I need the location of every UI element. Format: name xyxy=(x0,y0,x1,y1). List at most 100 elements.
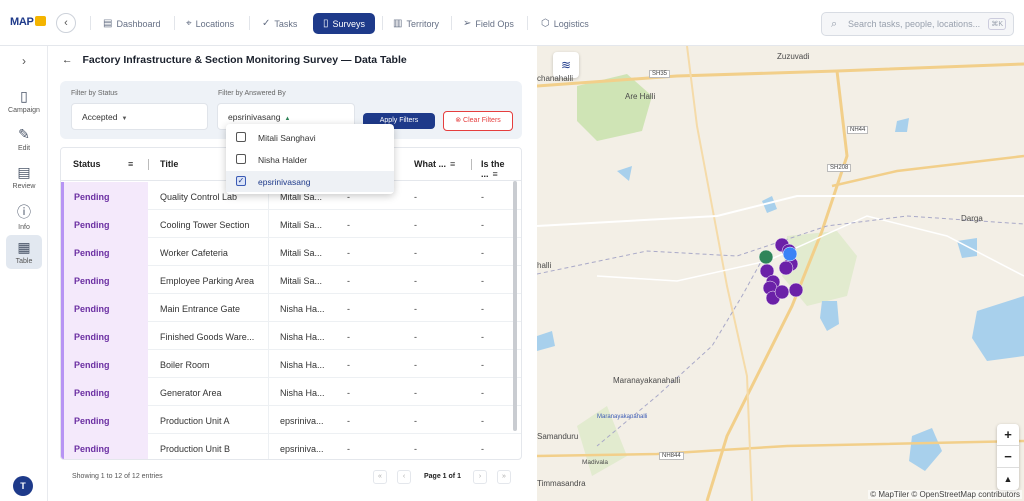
status-badge: Pending xyxy=(61,294,148,322)
search-input[interactable]: Search tasks, people, locations... xyxy=(848,19,980,29)
filter-icon[interactable]: ≡ xyxy=(450,159,455,169)
row-cell: - xyxy=(414,304,417,314)
page-title: Factory Infrastructure & Section Monitor… xyxy=(82,54,407,66)
last-page-button[interactable]: » xyxy=(497,470,511,484)
dashboard-icon: ▤ xyxy=(103,18,113,29)
dropdown-option[interactable]: ✓ epsrinivasang xyxy=(226,171,394,192)
first-page-button[interactable]: « xyxy=(373,470,387,484)
status-badge: Pending xyxy=(61,210,148,238)
zoom-in-button[interactable]: + xyxy=(997,424,1019,446)
nav-divider xyxy=(174,16,175,30)
row-cell: - xyxy=(347,332,350,342)
table-row[interactable]: Pending Finished Goods Ware... Nisha Ha.… xyxy=(61,322,521,350)
row-cell: - xyxy=(481,220,484,230)
clear-icon: ⊗ xyxy=(455,117,462,124)
back-arrow-icon[interactable]: ← xyxy=(62,54,73,66)
chevron-right-icon: › xyxy=(22,54,26,68)
prev-page-button[interactable]: ‹ xyxy=(397,470,411,484)
row-cell: - xyxy=(414,388,417,398)
table-row[interactable]: Pending Main Entrance Gate Nisha Ha... -… xyxy=(61,294,521,322)
nav-tasks[interactable]: ✓ Tasks xyxy=(254,13,305,34)
collapse-nav-button[interactable]: ‹ xyxy=(56,13,76,33)
clipboard-icon: ▯ xyxy=(323,18,329,29)
row-title: Cooling Tower Section xyxy=(160,220,250,230)
user-avatar[interactable]: T xyxy=(13,476,33,496)
nav-locations[interactable]: ⌖ Locations xyxy=(178,13,242,34)
search-shortcut-hint: ⌘K xyxy=(988,18,1006,30)
table-row[interactable]: Pending Employee Parking Area Mitali Sa.… xyxy=(61,266,521,294)
nav-logistics[interactable]: ⬡ Logistics xyxy=(533,13,597,34)
map-attribution[interactable]: © MapTiler © OpenStreetMap contributors xyxy=(868,490,1022,499)
checkbox[interactable] xyxy=(236,154,246,164)
search-icon: ⌕ xyxy=(831,18,838,30)
filter-icon[interactable]: ≡ xyxy=(493,169,498,179)
table-scrollbar[interactable] xyxy=(513,181,517,431)
column-header-title[interactable]: Title xyxy=(160,159,178,169)
map-place-label: Samanduru xyxy=(537,432,579,441)
row-cell: - xyxy=(481,304,484,314)
left-sidebar: › ▯ Campaign ✎ Edit ▤ Review ⓘ Info ▦ Table xyxy=(0,46,48,501)
nav-territory[interactable]: ▥ Territory xyxy=(385,13,447,34)
next-page-button[interactable]: › xyxy=(473,470,487,484)
nav-field-ops[interactable]: ➢ Field Ops xyxy=(455,13,522,34)
row-title: Employee Parking Area xyxy=(160,276,255,286)
sidebar-item-campaign[interactable]: ▯ Campaign xyxy=(0,88,48,114)
row-cell: - xyxy=(347,248,350,258)
row-cell: - xyxy=(414,248,417,258)
map-view[interactable]: ≋ Zuzuvadi Are Halli chanahalli Darga ha… xyxy=(537,46,1024,501)
column-header-what[interactable]: What ... ≡ xyxy=(414,159,455,169)
sidebar-item-edit[interactable]: ✎ Edit xyxy=(0,126,48,152)
map-place-label: Timmasandra xyxy=(537,479,586,488)
zoom-out-button[interactable]: − xyxy=(997,446,1019,468)
sidebar-item-review[interactable]: ▤ Review xyxy=(0,164,48,190)
status-badge: Pending xyxy=(61,238,148,266)
checkbox[interactable] xyxy=(236,132,246,142)
column-header-is-the[interactable]: Is the ... ≡ xyxy=(481,159,521,179)
table-row[interactable]: Pending Production Unit A epsriniva... -… xyxy=(61,406,521,434)
nav-surveys[interactable]: ▯ Surveys xyxy=(313,13,376,34)
row-title: Finished Goods Ware... xyxy=(160,332,255,342)
app-logo[interactable]: MAP xyxy=(10,16,47,28)
table-row[interactable]: Pending Cooling Tower Section Mitali Sa.… xyxy=(61,210,521,238)
row-cell: - xyxy=(414,276,417,286)
check-icon: ✓ xyxy=(262,18,271,29)
table-row[interactable]: Pending Boiler Room Nisha Ha... - - - xyxy=(61,350,521,378)
document-icon: ▤ xyxy=(17,164,31,180)
column-header-status[interactable]: Status xyxy=(73,159,101,169)
map-place-label: chanahalli xyxy=(537,74,574,83)
row-answered-by: Nisha Ha... xyxy=(280,304,325,314)
row-answered-by: Mitali Sa... xyxy=(280,248,323,258)
filter-icon[interactable]: ≡ xyxy=(128,159,133,169)
row-title: Generator Area xyxy=(160,388,222,398)
global-search[interactable]: ⌕ Search tasks, people, locations... ⌘K xyxy=(821,12,1014,36)
sidebar-item-table[interactable]: ▦ Table xyxy=(6,235,42,269)
compass-icon[interactable]: ▲ xyxy=(997,468,1019,490)
table-row[interactable]: Pending Production Unit B epsriniva... -… xyxy=(61,434,521,459)
row-cell: - xyxy=(347,388,350,398)
clear-filters-button[interactable]: ⊗ Clear Filters xyxy=(443,111,513,131)
expand-sidebar-button[interactable]: › xyxy=(0,54,48,68)
row-answered-by: epsriniva... xyxy=(280,444,324,454)
table-row[interactable]: Pending Generator Area Nisha Ha... - - - xyxy=(61,378,521,406)
row-cell: - xyxy=(481,192,484,202)
nav-divider xyxy=(249,16,250,30)
row-answered-by: Mitali Sa... xyxy=(280,220,323,230)
nav-dashboard[interactable]: ▤ Dashboard xyxy=(95,13,168,34)
caret-up-icon: ▲ xyxy=(284,116,291,122)
page-indicator: Page 1 of 1 xyxy=(424,473,461,480)
row-cell: - xyxy=(347,276,350,286)
map-place-label: halli xyxy=(537,261,552,270)
checkbox-checked[interactable]: ✓ xyxy=(236,176,246,186)
dropdown-option[interactable]: Mitali Sanghavi xyxy=(226,127,394,148)
table-row[interactable]: Pending Worker Cafeteria Mitali Sa... - … xyxy=(61,238,521,266)
data-table-panel: ← Factory Infrastructure & Section Monit… xyxy=(48,46,536,501)
row-answered-by: Nisha Ha... xyxy=(280,388,325,398)
row-cell: - xyxy=(414,192,417,202)
nav-divider xyxy=(451,16,452,30)
row-cell: - xyxy=(481,416,484,426)
layers-icon: ≋ xyxy=(560,58,572,72)
status-filter-select[interactable]: Accepted ▼ xyxy=(71,103,208,130)
row-cell: - xyxy=(414,416,417,426)
sidebar-item-info[interactable]: ⓘ Info xyxy=(0,202,48,231)
dropdown-option[interactable]: Nisha Halder xyxy=(226,149,394,170)
